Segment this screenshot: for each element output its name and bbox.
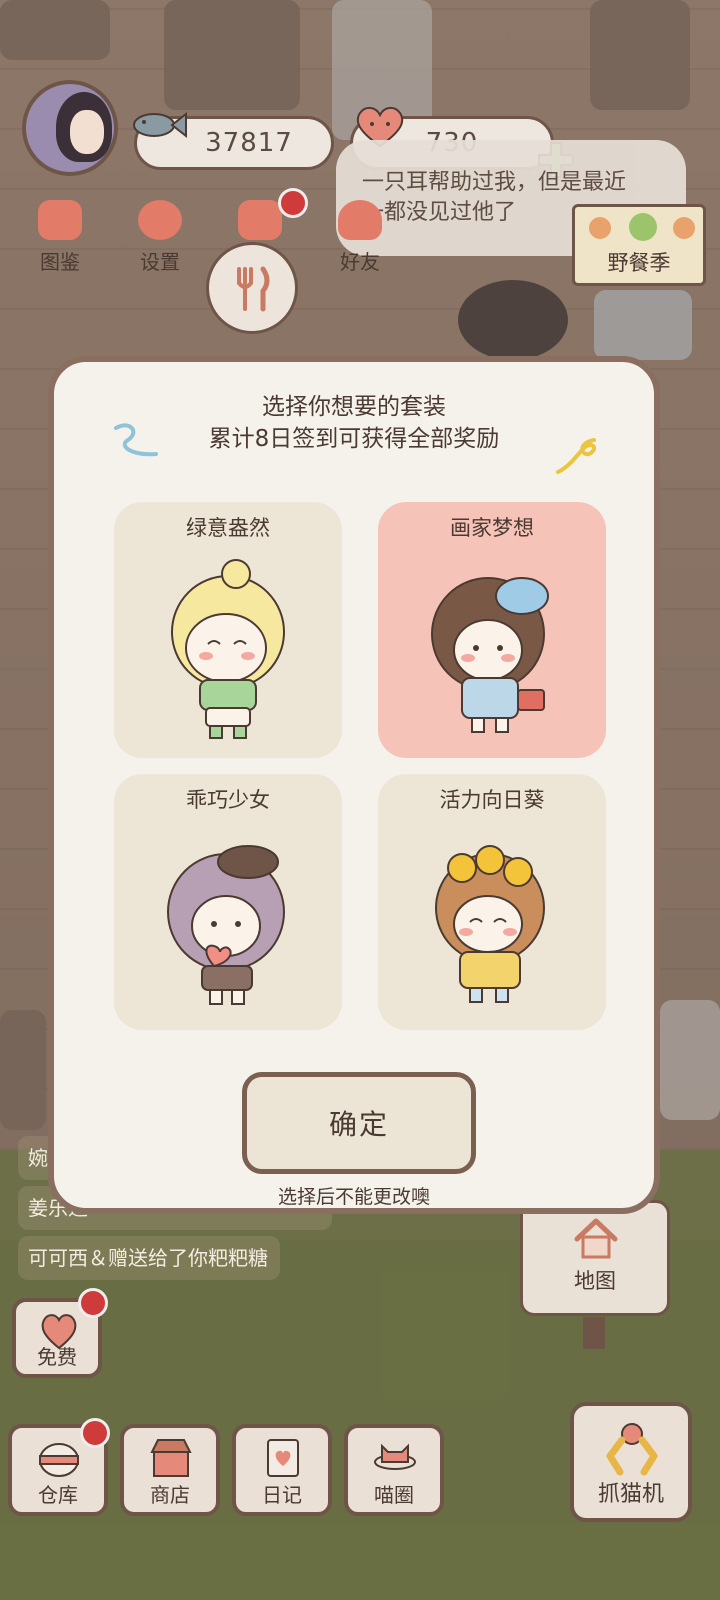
flower-icon	[673, 217, 695, 239]
settings-label: 设置	[140, 250, 180, 274]
claw-icon	[606, 1423, 658, 1476]
confirm-label: 确定	[328, 1108, 389, 1141]
confirm-button[interactable]: 确定	[242, 1072, 476, 1174]
warehouse-label: 仓库	[38, 1483, 78, 1507]
topbar-catalog-button[interactable]: 图鉴	[18, 192, 102, 274]
outfit-name: 乖巧少女	[186, 788, 270, 812]
house-icon	[574, 1218, 618, 1259]
yellow-ribbon-decoration	[556, 438, 597, 474]
green-outfit-character-illustration	[171, 559, 285, 739]
fish-count: 37817	[205, 128, 293, 158]
season-label: 野餐季	[607, 251, 671, 275]
sign-post	[583, 1317, 605, 1349]
selection-warning: 选择后不能更改噢	[277, 1186, 430, 1208]
topbar-friends-button[interactable]: 好友	[318, 192, 402, 274]
outfit-select-dialog: 选择你想要的套装 累计8日签到可获得全部奖励 绿意盎然 画家梦想 乖巧少女 活力…	[48, 356, 660, 1214]
outfit-name: 活力向日葵	[439, 788, 545, 812]
cat-book-icon	[38, 200, 82, 240]
flower-icon	[589, 217, 611, 239]
friends-label: 好友	[340, 250, 380, 274]
gear-icon	[138, 200, 182, 240]
claw-machine-label: 抓猫机	[597, 1482, 664, 1507]
outfit-card-painter[interactable]: 画家梦想	[378, 502, 606, 758]
outfit-card-sweet-girl[interactable]: 乖巧少女	[114, 774, 342, 1030]
diary-icon	[267, 1439, 299, 1477]
outfit-name: 绿意盎然	[186, 516, 270, 540]
cat-circle-button[interactable]: 喵圈	[344, 1424, 444, 1516]
outfit-name: 画家梦想	[450, 516, 534, 540]
outfit-card-sunflower[interactable]: 活力向日葵	[378, 774, 606, 1030]
food-request-bubble[interactable]	[206, 242, 298, 334]
catalog-label: 图鉴	[40, 250, 80, 274]
blue-ribbon-decoration	[114, 423, 158, 457]
sunflower-character-illustration	[435, 845, 545, 1003]
topbar-settings-button[interactable]: 设置	[118, 192, 202, 274]
apple-icon	[629, 213, 657, 241]
chat-line-3: 可可西＆赠送给了你粑粑糖	[18, 1236, 280, 1280]
free-label: 免费	[37, 1345, 77, 1369]
cat-circle-label: 喵圈	[374, 1483, 414, 1507]
player-avatar[interactable]	[22, 80, 118, 176]
claw-machine-button[interactable]: 抓猫机	[570, 1402, 692, 1522]
cat-planet-icon	[374, 1443, 416, 1470]
map-button[interactable]: 地图	[520, 1200, 670, 1349]
diary-button[interactable]: 日记	[232, 1424, 332, 1516]
shop-label: 商店	[150, 1483, 190, 1507]
map-label: 地图	[574, 1269, 616, 1293]
free-badge	[78, 1288, 108, 1318]
sweet-girl-character-illustration	[167, 845, 285, 1005]
friends-icon	[338, 200, 382, 240]
warehouse-badge	[80, 1418, 110, 1448]
shop-button[interactable]: 商店	[120, 1424, 220, 1516]
painter-outfit-character-illustration	[431, 577, 549, 733]
fork-knife-icon	[237, 266, 270, 312]
diary-label: 日记	[262, 1483, 302, 1507]
outfit-card-green[interactable]: 绿意盎然	[114, 502, 342, 758]
shop-icon	[150, 1439, 192, 1477]
gift-icon	[238, 200, 282, 240]
pot-icon	[39, 1443, 79, 1477]
announcement-badge	[278, 188, 308, 218]
picnic-season-sign[interactable]: 野餐季	[572, 204, 706, 286]
fish-icon	[133, 111, 187, 139]
